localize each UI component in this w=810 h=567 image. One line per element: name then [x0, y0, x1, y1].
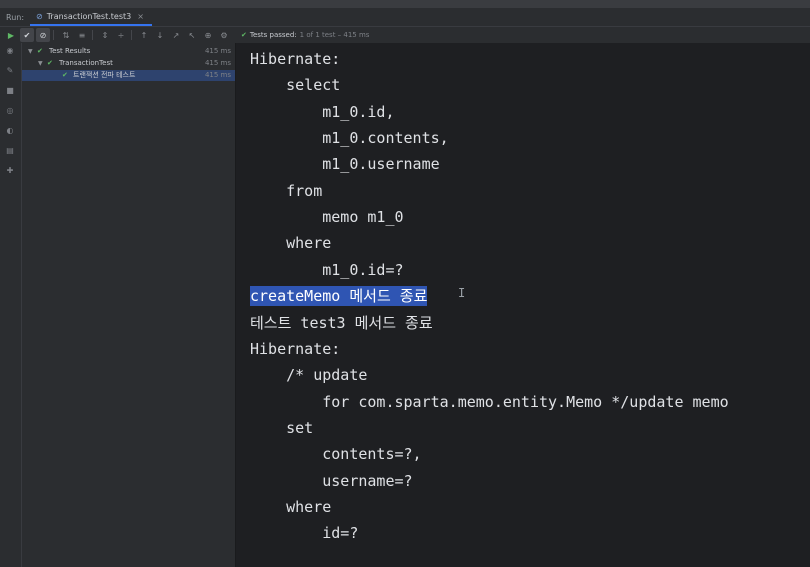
tree-row-transaction-test[interactable]: ▼ ✔ TransactionTest 415 ms [22, 58, 235, 69]
passed-check-icon: ✔ [37, 47, 43, 55]
collapse-all-icon[interactable]: ÷ [114, 28, 128, 42]
square-icon[interactable]: ■ [4, 85, 16, 97]
toolbar-separator [92, 30, 93, 40]
console-line: 테스트 test3 메서드 종료 [250, 314, 433, 332]
console-line: username=? [250, 472, 413, 490]
test-runner-toolbar: ▶ ✔ ⊘ ⇅ ≡ ⇕ ÷ ↑ ↓ ↗ ↖ ⊕ ⚙ ✔ Tests passed… [0, 27, 810, 43]
close-icon[interactable]: × [137, 12, 144, 21]
console-line: where [250, 234, 332, 252]
eye-icon[interactable]: ◐ [4, 125, 16, 137]
toolbar-separator [53, 30, 54, 40]
wrench-icon[interactable]: ✎ [4, 65, 16, 77]
console-line: /* update [250, 366, 368, 384]
console-line: Hibernate: [250, 50, 341, 68]
run-config-icon: ⊘ [36, 11, 43, 21]
console-line: m1_0.id=? [250, 261, 404, 279]
status-label: Tests passed: [249, 31, 297, 39]
tree-row-time: 415 ms [204, 47, 231, 55]
test-status: ✔ Tests passed: 1 of 1 test – 415 ms [241, 31, 369, 39]
text-cursor-icon: I [458, 286, 466, 300]
sort-by-duration-icon[interactable]: ≡ [75, 28, 89, 42]
console-line: m1_0.username [250, 155, 440, 173]
console-line: from [250, 182, 323, 200]
console-line: Hibernate: [250, 340, 341, 358]
tab-transaction-test3[interactable]: ⊘ TransactionTest.test3 × [30, 8, 152, 26]
camera-icon[interactable]: ◎ [4, 105, 16, 117]
window-top-strip [0, 0, 810, 8]
test-results-tree: ▼ ✔ Test Results 415 ms ▼ ✔ TransactionT… [22, 43, 236, 567]
tree-row-time: 415 ms [204, 59, 231, 67]
console-line-selected: createMemo 메서드 종료 [250, 286, 428, 306]
expand-all-icon[interactable]: ⇕ [98, 28, 112, 42]
toolbar-separator [131, 30, 132, 40]
tree-row-time: 415 ms [204, 71, 231, 79]
tree-row-propagation-test[interactable]: ✔ 트랜잭션 전파 테스트 415 ms [22, 70, 235, 81]
chevron-down-icon[interactable]: ▼ [38, 58, 43, 69]
console-output[interactable]: Hibernate: select m1_0.id, m1_0.contents… [236, 43, 810, 567]
layout-icon[interactable]: ▤ [4, 145, 16, 157]
show-ignored-icon[interactable]: ⊘ [36, 28, 50, 42]
console-line: where [250, 498, 332, 516]
status-count: 1 of 1 test – 415 ms [299, 31, 370, 39]
tree-row-test-results[interactable]: ▼ ✔ Test Results 415 ms [22, 46, 235, 57]
console-line: m1_0.id, [250, 103, 395, 121]
sort-alphabetically-icon[interactable]: ⇅ [59, 28, 73, 42]
tree-row-label: 트랜잭션 전파 테스트 [73, 71, 136, 79]
console-line: select [250, 76, 341, 94]
passed-check-icon: ✔ [62, 71, 68, 79]
import-tests-icon[interactable]: ↗ [169, 28, 183, 42]
passed-check-icon: ✔ [47, 59, 53, 67]
chevron-down-icon[interactable]: ▼ [28, 46, 33, 57]
show-passed-icon[interactable]: ✔ [20, 28, 34, 42]
run-tab-bar: Run: ⊘ TransactionTest.test3 × [0, 8, 810, 27]
console-line: memo m1_0 [250, 208, 404, 226]
settings-icon[interactable]: ⚙ [217, 28, 231, 42]
next-failed-icon[interactable]: ↓ [153, 28, 167, 42]
console-line: m1_0.contents, [250, 129, 449, 147]
stop-icon[interactable]: ◉ [4, 45, 16, 57]
passed-check-icon: ✔ [241, 31, 247, 39]
tree-row-label: TransactionTest [59, 59, 113, 67]
console-line: id=? [250, 524, 359, 542]
tree-row-label: Test Results [49, 47, 91, 55]
pin-icon[interactable]: ✚ [4, 165, 16, 177]
console-line: for com.sparta.memo.entity.Memo */update… [250, 393, 729, 411]
export-icon[interactable]: ↖ [185, 28, 199, 42]
search-icon[interactable]: ⊕ [201, 28, 215, 42]
run-side-toolbar: ◉ ✎ ■ ◎ ◐ ▤ ✚ [0, 43, 22, 567]
tab-title: TransactionTest.test3 [46, 11, 132, 21]
run-label: Run: [6, 12, 25, 22]
previous-failed-icon[interactable]: ↑ [137, 28, 151, 42]
console-line: contents=?, [250, 445, 422, 463]
rerun-icon[interactable]: ▶ [4, 28, 18, 42]
console-line: set [250, 419, 314, 437]
